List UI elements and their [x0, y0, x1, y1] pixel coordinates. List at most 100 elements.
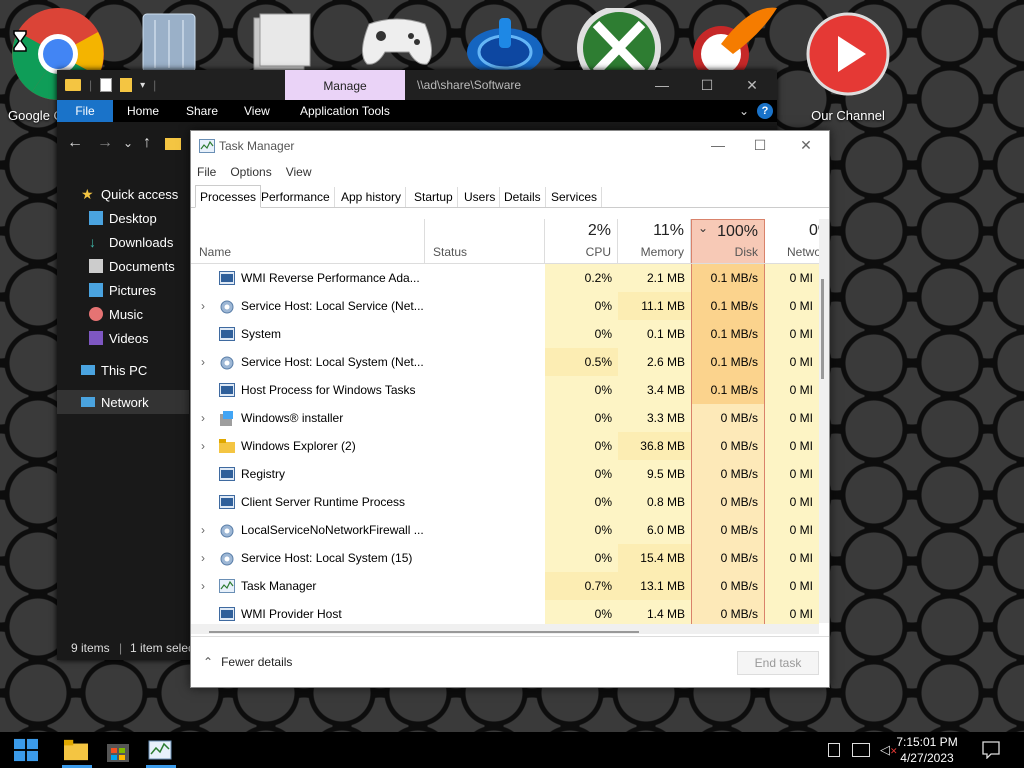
- manage-tab[interactable]: Manage: [285, 70, 405, 100]
- process-name: Client Server Runtime Process: [241, 495, 406, 509]
- column-header-memory[interactable]: 11% Memory: [618, 219, 691, 263]
- minimize-button[interactable]: —: [647, 74, 677, 96]
- tab-app-history[interactable]: App history: [337, 187, 407, 207]
- process-row[interactable]: › Windows® installer 0% 3.3 MB 0 MB/s 0 MI: [191, 404, 819, 432]
- forward-arrow-icon[interactable]: →: [97, 134, 113, 152]
- process-row[interactable]: WMI Provider Host 0% 1.4 MB 0 MB/s 0 MI: [191, 600, 819, 624]
- expand-chevron-icon[interactable]: ›: [201, 404, 205, 432]
- tab-services[interactable]: Services: [547, 187, 603, 207]
- menu-file[interactable]: File: [197, 165, 216, 179]
- end-task-button[interactable]: End task: [737, 651, 819, 675]
- process-row[interactable]: WMI Reverse Performance Ada... 0.2% 2.1 MB…: [191, 264, 819, 292]
- network-cell: 0 MI: [765, 600, 819, 624]
- scrollbar-thumb[interactable]: [821, 279, 824, 379]
- ribbon-tab-share[interactable]: Share: [186, 100, 218, 122]
- column-header-cpu[interactable]: 2% CPU: [545, 219, 618, 263]
- maximize-button[interactable]: ☐: [745, 137, 775, 155]
- tab-processes[interactable]: Processes: [195, 185, 262, 208]
- process-row[interactable]: › Service Host: Local System (15) 0% 15.4 M…: [191, 544, 819, 572]
- disk-cell: 0.1 MB/s: [691, 264, 765, 292]
- sidebar-item-quick-access[interactable]: ★ Quick access: [81, 184, 178, 204]
- ribbon-tab-application-tools[interactable]: Application Tools: [300, 100, 390, 122]
- sidebar-item-documents[interactable]: Documents: [89, 256, 175, 276]
- tab-details[interactable]: Details: [500, 187, 546, 207]
- process-row[interactable]: › Service Host: Local Service (Net... 0% 11…: [191, 292, 819, 320]
- vertical-scrollbar[interactable]: [819, 219, 829, 623]
- process-row[interactable]: › Windows Explorer (2) 0% 36.8 MB 0 MB/s 0 MI: [191, 432, 819, 460]
- close-button[interactable]: ✕: [791, 137, 821, 155]
- process-row[interactable]: › Task Manager 0.7% 13.1 MB 0 MB/s 0 MI: [191, 572, 819, 600]
- network-icon: [81, 397, 95, 407]
- store-icon[interactable]: [106, 738, 130, 762]
- memory-cell: 13.1 MB: [618, 572, 691, 600]
- sidebar-item-downloads[interactable]: ↓ Downloads: [89, 232, 173, 252]
- expand-chevron-icon[interactable]: ›: [201, 572, 205, 600]
- minimize-button[interactable]: —: [703, 137, 733, 155]
- process-row[interactable]: Registry 0% 9.5 MB 0 MB/s 0 MI: [191, 460, 819, 488]
- clock[interactable]: 7:15:01 PM 4/27/2023: [892, 732, 962, 766]
- start-button-windows-icon[interactable]: [14, 738, 38, 762]
- tab-users[interactable]: Users: [460, 187, 501, 207]
- process-name: Windows Explorer (2): [241, 439, 356, 453]
- chevron-down-icon[interactable]: ▾: [140, 80, 145, 91]
- help-icon[interactable]: ?: [757, 103, 773, 119]
- properties-icon[interactable]: [100, 78, 113, 92]
- task-manager-window: Task Manager — ☐ ✕ File Options View Pro…: [190, 130, 830, 688]
- expand-chevron-icon[interactable]: ›: [201, 292, 205, 320]
- sidebar-item-desktop[interactable]: Desktop: [89, 208, 157, 228]
- folder-icon: [219, 439, 235, 453]
- maximize-button[interactable]: ☐: [692, 74, 722, 96]
- up-arrow-icon[interactable]: ↑: [143, 134, 151, 152]
- network-cell: 0 MI: [765, 544, 819, 572]
- notifications-icon[interactable]: [982, 741, 1000, 759]
- process-row[interactable]: › Service Host: Local System (Net... 0.5% 2…: [191, 348, 819, 376]
- back-arrow-icon[interactable]: ←: [67, 134, 83, 152]
- ribbon-tab-file[interactable]: File: [57, 100, 113, 122]
- expand-chevron-icon[interactable]: ›: [201, 348, 205, 376]
- column-header-name[interactable]: Name: [191, 219, 425, 263]
- tab-startup[interactable]: Startup: [410, 187, 458, 207]
- desktop-icon-our-channel[interactable]: Our Channel: [800, 0, 896, 123]
- menu-view[interactable]: View: [286, 165, 312, 179]
- network-cell: 0 MI: [765, 320, 819, 348]
- column-header-status[interactable]: Status: [425, 219, 545, 263]
- play-icon: [806, 12, 890, 96]
- recent-locations-icon[interactable]: ⌄: [123, 136, 133, 150]
- folder-icon[interactable]: [65, 79, 81, 91]
- task-manager-taskbar-icon[interactable]: [148, 738, 172, 762]
- sidebar-item-network[interactable]: Network: [57, 390, 189, 414]
- sidebar-item-this-pc[interactable]: This PC: [81, 360, 147, 380]
- address-folder-icon[interactable]: [165, 138, 181, 150]
- sidebar-item-videos[interactable]: Videos: [89, 328, 149, 348]
- expand-chevron-icon[interactable]: ›: [201, 516, 205, 544]
- network-cell: 0 MI: [765, 292, 819, 320]
- close-button[interactable]: ✕: [737, 74, 767, 96]
- expand-chevron-icon[interactable]: ›: [201, 544, 205, 572]
- expand-chevron-icon[interactable]: ›: [201, 432, 205, 460]
- process-row[interactable]: System 0% 0.1 MB 0.1 MB/s 0 MI: [191, 320, 819, 348]
- sidebar-item-music[interactable]: Music: [89, 304, 143, 324]
- network-status-icon[interactable]: [852, 743, 870, 757]
- disk-cell: 0 MB/s: [691, 432, 765, 460]
- menu-options[interactable]: Options: [230, 165, 271, 179]
- ribbon-tab-home[interactable]: Home: [127, 100, 159, 122]
- scrollbar-thumb[interactable]: [209, 631, 639, 633]
- desktop-icon: [89, 211, 103, 225]
- sidebar-item-pictures[interactable]: Pictures: [89, 280, 156, 300]
- column-header-disk[interactable]: ⌄ 100% Disk: [691, 219, 765, 263]
- memory-cell: 11.1 MB: [618, 292, 691, 320]
- network-cell: 0 MI: [765, 488, 819, 516]
- tablet-mode-icon[interactable]: [828, 743, 840, 757]
- horizontal-scrollbar[interactable]: [191, 624, 819, 634]
- tab-performance[interactable]: Performance: [257, 187, 335, 207]
- process-row[interactable]: Host Process for Windows Tasks 0% 3.4 MB 0.…: [191, 376, 819, 404]
- ribbon-tab-view[interactable]: View: [244, 100, 270, 122]
- process-name: Windows® installer: [241, 411, 344, 425]
- process-row[interactable]: Client Server Runtime Process 0% 0.8 MB 0 M…: [191, 488, 819, 516]
- fewer-details-button[interactable]: ⌃ Fewer details: [203, 655, 292, 669]
- new-folder-icon[interactable]: [120, 78, 133, 92]
- process-row[interactable]: › LocalServiceNoNetworkFirewall ... 0% 6.0 …: [191, 516, 819, 544]
- expand-ribbon-icon[interactable]: ⌄: [739, 100, 749, 122]
- clock-date: 4/27/2023: [900, 751, 954, 765]
- file-explorer-taskbar-icon[interactable]: [64, 738, 88, 762]
